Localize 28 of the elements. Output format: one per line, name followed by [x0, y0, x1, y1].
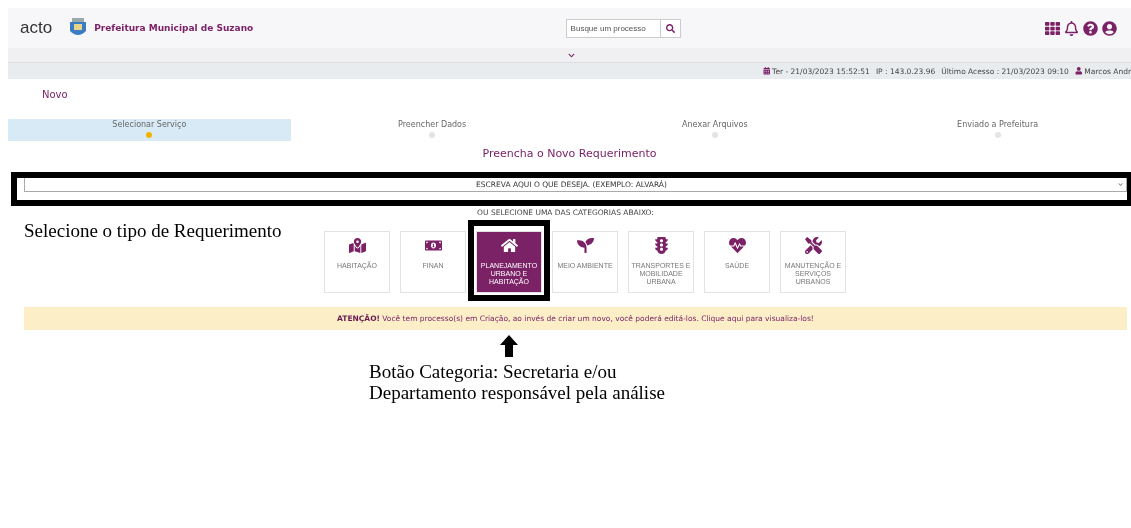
- form-title: Preencha o Novo Requerimento: [481, 147, 658, 162]
- search-icon: [665, 23, 675, 33]
- help-icon[interactable]: [1081, 20, 1100, 36]
- page-title: Novo: [41, 88, 69, 102]
- heartbeat-icon: [728, 237, 746, 254]
- annotation-arrow: [500, 335, 518, 357]
- wizard-step: Anexar Arquivos: [573, 119, 857, 141]
- notification-bell-icon[interactable]: [1062, 20, 1081, 36]
- search-field[interactable]: Busque um processo: [565, 18, 681, 38]
- apps-grid-icon[interactable]: [1043, 20, 1062, 36]
- user-icon: [1074, 67, 1083, 75]
- traffic-light-icon: [652, 237, 670, 254]
- caret-icon: [1118, 182, 1126, 187]
- annotation-text: Selecione o tipo de Requerimento: [24, 220, 282, 241]
- house-icon: [500, 237, 518, 254]
- annotation-text: Botão Categoria: Secretaria e/ou Departamento responsável pela análise: [369, 361, 666, 403]
- seedling-icon: [576, 237, 594, 254]
- user-account-icon[interactable]: [1100, 20, 1119, 36]
- banknote-icon: [424, 237, 442, 254]
- chevron-down-icon[interactable]: [566, 51, 577, 59]
- wizard-step: Selecionar Serviço: [8, 119, 291, 141]
- calendar-icon: [762, 67, 771, 75]
- tools-icon: [804, 237, 822, 254]
- wizard-step: Preencher Dados: [290, 119, 574, 141]
- wizard-step: Enviado a Prefeitura: [856, 119, 1131, 141]
- app-logo: acto: [20, 18, 53, 38]
- organization-name: Prefeitura Municipal de Suzano: [94, 23, 254, 33]
- map-icon: [348, 237, 366, 254]
